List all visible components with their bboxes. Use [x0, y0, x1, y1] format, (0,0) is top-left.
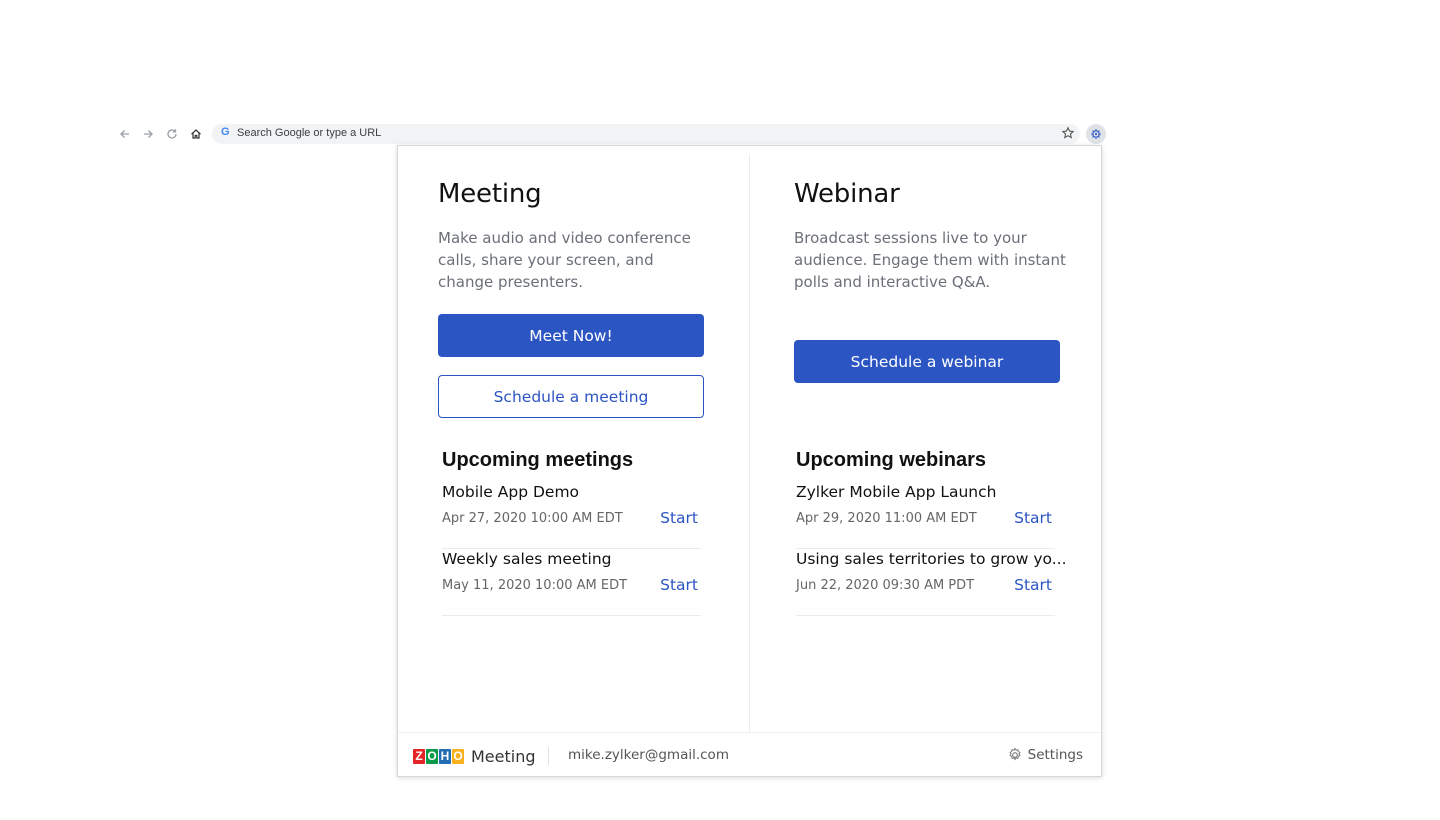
event-date: Apr 29, 2020 11:00 AM EDT [796, 511, 977, 526]
event-name: Weekly sales meeting [442, 550, 612, 568]
zoho-meeting-logo: Z O H O Meeting [413, 746, 536, 766]
extension-icon[interactable] [1086, 124, 1106, 144]
meeting-description: Make audio and video conference calls, s… [438, 229, 691, 291]
webinar-list-item: Using sales territories to grow yo... Ju… [796, 549, 1067, 616]
event-date: May 11, 2020 10:00 AM EDT [442, 578, 628, 593]
meeting-list-item: Mobile App Demo Apr 27, 2020 10:00 AM ED… [442, 482, 701, 549]
user-email: mike.zylker@gmail.com [568, 747, 729, 763]
start-webinar-link[interactable]: Start [1014, 509, 1052, 527]
popup-footer: Z O H O Meeting mike.zylker@gmail.com Se… [398, 732, 1101, 776]
logo-letter-h: H [439, 748, 451, 764]
column-divider [749, 154, 750, 734]
omnibox[interactable]: G Search Google or type a URL [212, 124, 1080, 144]
event-date: Jun 22, 2020 09:30 AM PDT [796, 578, 975, 593]
star-icon[interactable] [1061, 126, 1075, 140]
start-meeting-link[interactable]: Start [660, 576, 698, 594]
event-name: Zylker Mobile App Launch [796, 483, 997, 501]
settings-label: Settings [1027, 747, 1083, 763]
home-icon[interactable] [187, 125, 205, 143]
omnibox-placeholder: Search Google or type a URL [237, 127, 382, 139]
webinar-description: Broadcast sessions live to your audience… [794, 229, 1066, 291]
meeting-title: Meeting [438, 179, 542, 209]
logo-product-name: Meeting [471, 746, 536, 766]
settings-button[interactable]: Settings [1007, 744, 1083, 766]
forward-arrow-icon[interactable] [139, 125, 157, 143]
google-icon: G [221, 126, 230, 138]
footer-divider [548, 747, 549, 765]
meet-now-button[interactable]: Meet Now! [438, 314, 704, 357]
upcoming-webinars-title: Upcoming webinars [796, 449, 987, 471]
browser-toolbar: G Search Google or type a URL [110, 120, 1110, 148]
schedule-meeting-button[interactable]: Schedule a meeting [438, 375, 704, 418]
start-webinar-link[interactable]: Start [1014, 576, 1052, 594]
schedule-webinar-button[interactable]: Schedule a webinar [794, 340, 1060, 383]
meeting-list-item: Weekly sales meeting May 11, 2020 10:00 … [442, 549, 701, 616]
event-name: Using sales territories to grow yo... [796, 550, 1067, 568]
back-arrow-icon[interactable] [116, 125, 134, 143]
gear-icon [1007, 747, 1023, 763]
webinar-list-item: Zylker Mobile App Launch Apr 29, 2020 11… [796, 482, 1055, 549]
logo-letter-o: O [452, 748, 464, 764]
webinar-title: Webinar [794, 179, 900, 209]
logo-letter-o: O [426, 748, 438, 764]
event-date: Apr 27, 2020 10:00 AM EDT [442, 511, 623, 526]
reload-icon[interactable] [163, 125, 181, 143]
upcoming-meetings-title: Upcoming meetings [442, 449, 634, 471]
zoho-meeting-popup: Meeting Make audio and video conference … [397, 145, 1102, 777]
logo-letter-z: Z [413, 748, 425, 764]
event-name: Mobile App Demo [442, 483, 580, 501]
start-meeting-link[interactable]: Start [660, 509, 698, 527]
